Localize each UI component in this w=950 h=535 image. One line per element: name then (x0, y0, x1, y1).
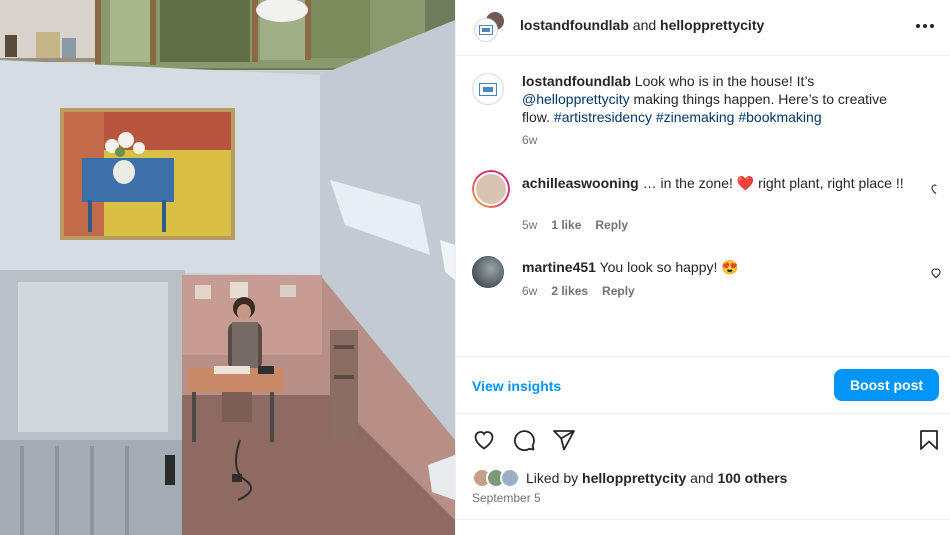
caption-username[interactable]: lostandfoundlab (522, 73, 631, 89)
comment-username[interactable]: achilleaswooning (522, 175, 639, 191)
caption-time[interactable]: 6w (522, 133, 537, 147)
save-button[interactable] (917, 428, 941, 452)
post-actions (456, 424, 950, 456)
liked-by-prefix: Liked by (526, 470, 583, 486)
divider (456, 519, 950, 520)
comment-button[interactable] (512, 428, 536, 452)
comment-text: martine451 You look so happy! 😍 (522, 258, 912, 276)
collab-avatars[interactable] (474, 10, 506, 42)
comment-username[interactable]: martine451 (522, 259, 596, 275)
boost-post-button[interactable]: Boost post (834, 369, 939, 401)
post-details-panel: lostandfoundlab and hellopprettycity los… (455, 0, 950, 535)
post-date[interactable]: September 5 (472, 491, 541, 505)
likes-and: and (686, 470, 718, 486)
liker-avatar (500, 468, 520, 488)
comment-meta: 5w 1 like Reply (522, 218, 628, 232)
comment-time[interactable]: 5w (522, 218, 537, 232)
view-insights-link[interactable]: View insights (472, 378, 561, 394)
heart-icon (931, 184, 937, 194)
studio-photo-illustration (0, 0, 455, 535)
heart-eyes-emoji: 😍 (721, 259, 739, 275)
author-avatar[interactable] (474, 18, 498, 42)
comment-icon (514, 430, 535, 452)
heart-icon (474, 431, 494, 450)
caption-author-avatar[interactable] (472, 73, 504, 105)
hashtag[interactable]: #bookmaking (738, 109, 821, 125)
hashtag[interactable]: #artistresidency (554, 109, 652, 125)
post-modal: lostandfoundlab and hellopprettycity los… (0, 0, 950, 535)
bookmark-icon (920, 430, 938, 450)
comment-like-button[interactable] (930, 266, 942, 282)
comment-like-button[interactable] (930, 182, 942, 198)
heart-icon (931, 268, 941, 279)
and-text: and (632, 17, 657, 33)
commenter-avatar[interactable] (472, 256, 504, 288)
comment-text: achilleaswooning … in the zone! ❤️ right… (522, 174, 912, 192)
collaborator-link[interactable]: hellopprettycity (660, 17, 764, 33)
comment-meta: 6w 2 likes Reply (522, 284, 635, 298)
comment-likes[interactable]: 1 like (551, 218, 581, 232)
post-photo[interactable] (0, 0, 455, 535)
hashtag[interactable]: #zinemaking (656, 109, 735, 125)
lab-logo-icon (479, 25, 493, 35)
caption-text: lostandfoundlab Look who is in the house… (522, 72, 902, 126)
comment-body: … in the zone! (638, 175, 737, 191)
comment-time[interactable]: 6w (522, 284, 537, 298)
author-link[interactable]: lostandfoundlab (520, 17, 629, 33)
post-authors: lostandfoundlab and hellopprettycity (520, 17, 764, 33)
like-button[interactable] (472, 428, 496, 452)
reply-button[interactable]: Reply (602, 284, 635, 298)
caption-mention[interactable]: @hellopprettycity (522, 91, 630, 107)
comment-body-after: right plant, right place !! (754, 175, 904, 191)
comment-body: You look so happy! (595, 259, 722, 275)
liker-avatars[interactable] (472, 468, 524, 488)
insights-bar: View insights Boost post (456, 356, 950, 414)
commenter-avatar[interactable] (472, 170, 510, 208)
others-count[interactable]: 100 others (717, 470, 787, 486)
liker-username[interactable]: hellopprettycity (582, 470, 686, 486)
post-header: lostandfoundlab and hellopprettycity (456, 0, 950, 56)
likes-summary: Liked by hellopprettycity and 100 others (472, 468, 787, 488)
caption-body-1: Look who is in the house! It’s (630, 73, 815, 89)
more-options-button[interactable] (913, 14, 937, 38)
reply-button[interactable]: Reply (595, 218, 628, 232)
likes-text: Liked by hellopprettycity and 100 others (526, 470, 787, 486)
heart-emoji: ❤️ (736, 175, 755, 191)
send-icon (553, 430, 575, 451)
comment-likes[interactable]: 2 likes (551, 284, 588, 298)
lab-logo-icon (479, 82, 497, 96)
share-button[interactable] (552, 428, 576, 452)
more-horizontal-icon (916, 24, 934, 28)
